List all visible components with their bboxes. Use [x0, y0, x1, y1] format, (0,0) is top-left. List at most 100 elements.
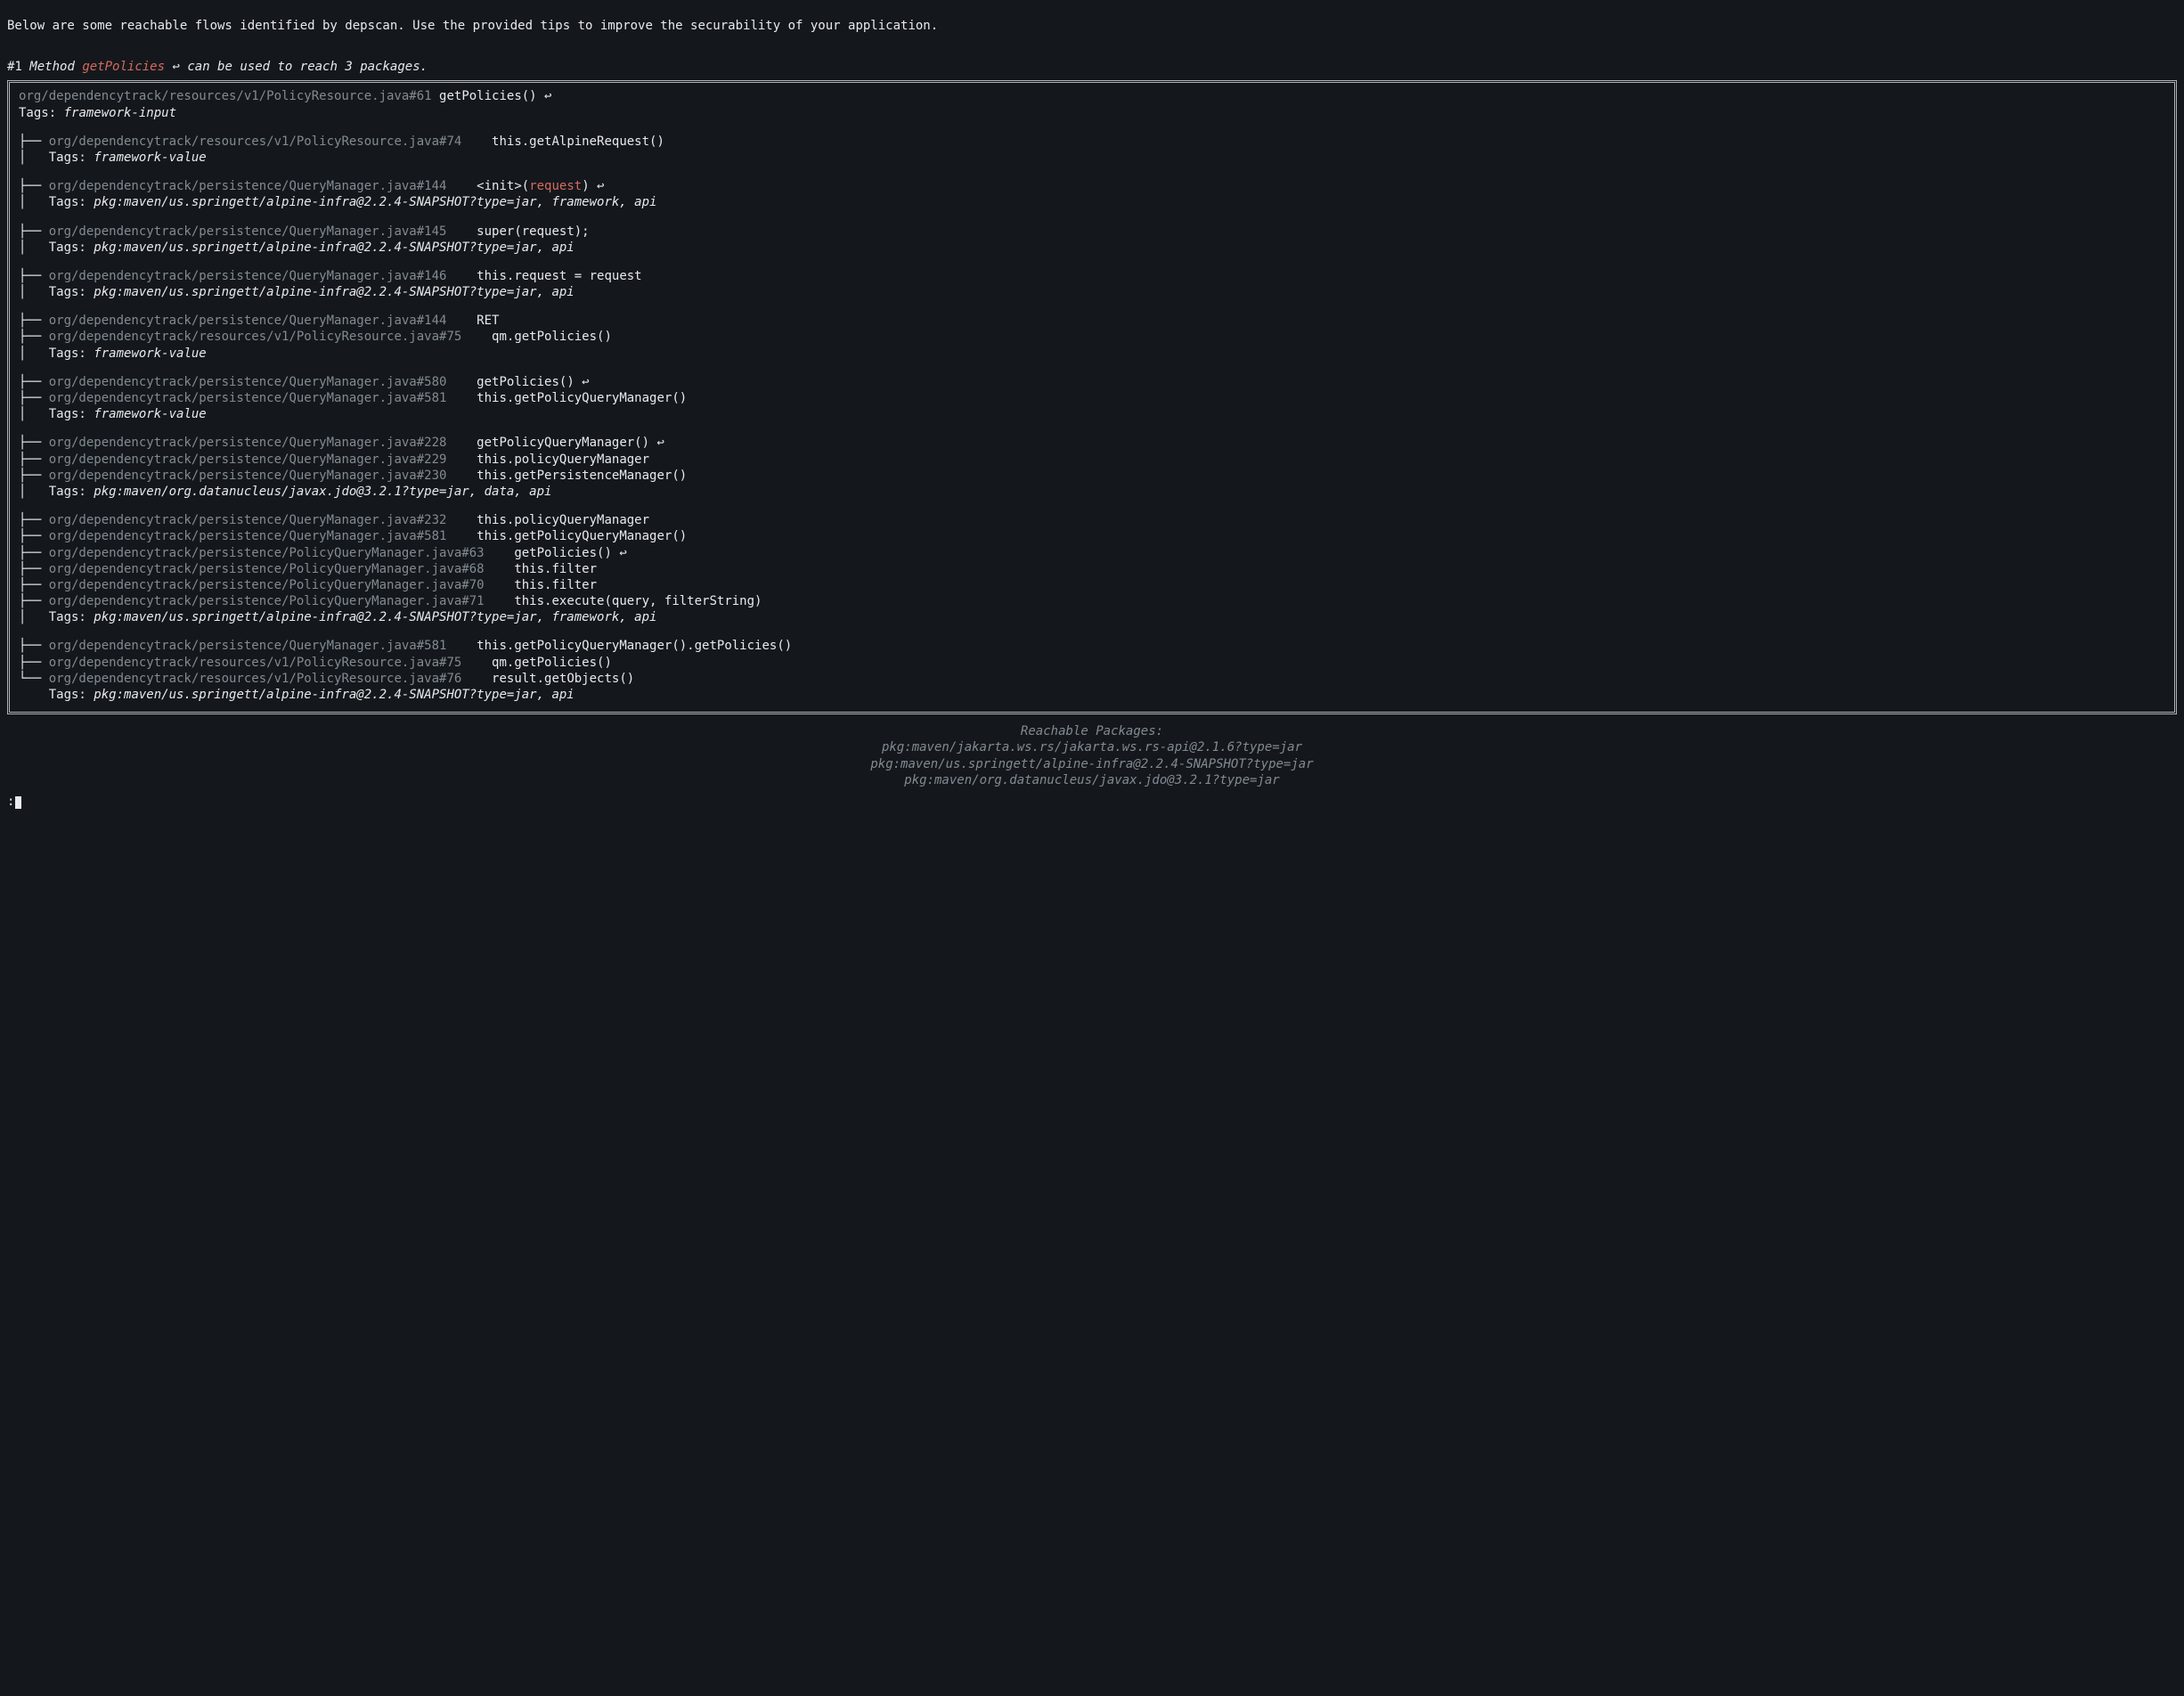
tree-call-highlight: request [529, 179, 582, 193]
tree-call: this.policyQueryManager [477, 513, 649, 527]
tree-tags: │ Tags: pkg:maven/org.datanucleus/javax.… [19, 484, 2165, 500]
tree-path: org/dependencytrack/persistence/QueryMan… [49, 314, 447, 328]
tree-line: ├── org/dependencytrack/persistence/Poli… [19, 545, 2165, 561]
reachable-title: Reachable Packages: [7, 723, 2177, 739]
tree-tags: │ Tags: framework-value [19, 346, 2165, 362]
tree-group: ├── org/dependencytrack/persistence/Quer… [19, 313, 2165, 362]
flow-method-name: getPolicies [82, 60, 165, 74]
tags-value: pkg:maven/us.springett/alpine-infra@2.2.… [94, 195, 656, 209]
reachable-package: pkg:maven/jakarta.ws.rs/jakarta.ws.rs-ap… [7, 739, 2177, 755]
tree-line: ├── org/dependencytrack/persistence/Quer… [19, 435, 2165, 451]
tree-call: this.getPersistenceManager() [477, 469, 687, 483]
reachable-package: pkg:maven/org.datanucleus/javax.jdo@3.2.… [7, 772, 2177, 788]
tree-tags: │ Tags: framework-value [19, 150, 2165, 166]
root-tags: Tags: framework-input [19, 105, 2165, 121]
tree-line: ├── org/dependencytrack/persistence/Quer… [19, 390, 2165, 406]
tree-group: ├── org/dependencytrack/persistence/Quer… [19, 178, 2165, 210]
tree-call: this.getAlpineRequest() [492, 135, 664, 149]
tree-call: getPolicies() ↩ [477, 375, 589, 389]
tree-line: ├── org/dependencytrack/persistence/Quer… [19, 468, 2165, 484]
tree-path: org/dependencytrack/persistence/QueryMan… [49, 529, 447, 543]
tree-call: this.policyQueryManager [477, 453, 649, 467]
tree-path: org/dependencytrack/persistence/QueryMan… [49, 179, 447, 193]
reachable-package: pkg:maven/us.springett/alpine-infra@2.2.… [7, 756, 2177, 772]
tree-path: org/dependencytrack/persistence/PolicyQu… [49, 578, 485, 592]
tree-prefix: ├── [19, 513, 49, 527]
tree-group: ├── org/dependencytrack/persistence/Quer… [19, 435, 2165, 500]
tree-prefix: ├── [19, 594, 49, 608]
tree-line: ├── org/dependencytrack/persistence/Quer… [19, 268, 2165, 284]
tree-call: RET [477, 314, 499, 328]
tags-value: framework-input [64, 106, 176, 120]
intro-text: Below are some reachable flows identifie… [7, 18, 2177, 34]
tree-tags: │ Tags: pkg:maven/us.springett/alpine-in… [19, 240, 2165, 256]
tree-line: ├── org/dependencytrack/resources/v1/Pol… [19, 655, 2165, 671]
tags-value: pkg:maven/org.datanucleus/javax.jdo@3.2.… [94, 485, 551, 499]
tree-line: ├── org/dependencytrack/persistence/Poli… [19, 593, 2165, 609]
tree-path: org/dependencytrack/persistence/QueryMan… [49, 453, 447, 467]
tree-line: ├── org/dependencytrack/persistence/Quer… [19, 528, 2165, 544]
tree-call: getPolicies() ↩ [514, 546, 626, 560]
tree-call: this.getPolicyQueryManager().getPolicies… [477, 639, 792, 653]
tree-path: org/dependencytrack/persistence/PolicyQu… [49, 546, 485, 560]
tree-path: org/dependencytrack/persistence/PolicyQu… [49, 594, 485, 608]
tree-prefix: ├── [19, 391, 49, 405]
tree-line: ├── org/dependencytrack/persistence/Quer… [19, 374, 2165, 390]
tree-call: this.getPolicyQueryManager() [477, 529, 687, 543]
tags-value: pkg:maven/us.springett/alpine-infra@2.2.… [94, 688, 574, 702]
tree-prefix: ├── [19, 639, 49, 653]
tree-prefix: ├── [19, 179, 49, 193]
flow-root-line: org/dependencytrack/resources/v1/PolicyR… [19, 88, 2165, 104]
tree-tags: │ Tags: pkg:maven/us.springett/alpine-in… [19, 609, 2165, 625]
tree-line: ├── org/dependencytrack/persistence/Quer… [19, 313, 2165, 329]
tree-call: result.getObjects() [492, 672, 634, 686]
tree-group: ├── org/dependencytrack/persistence/Quer… [19, 224, 2165, 256]
tree-path: org/dependencytrack/resources/v1/PolicyR… [49, 672, 462, 686]
tree-line: ├── org/dependencytrack/persistence/Poli… [19, 577, 2165, 593]
tree-tags: │ Tags: framework-value [19, 406, 2165, 422]
tree-path: org/dependencytrack/persistence/QueryMan… [49, 391, 447, 405]
tags-value: framework-value [94, 407, 206, 421]
flow-box: org/dependencytrack/resources/v1/PolicyR… [7, 80, 2177, 714]
tags-value: pkg:maven/us.springett/alpine-infra@2.2.… [94, 241, 574, 255]
tree-line: ├── org/dependencytrack/resources/v1/Pol… [19, 329, 2165, 345]
prompt-cursor[interactable]: : [7, 794, 2177, 810]
tree-prefix: ├── [19, 436, 49, 450]
tree-path: org/dependencytrack/persistence/QueryMan… [49, 513, 447, 527]
root-call: getPolicies() ↩ [439, 89, 551, 103]
tree-prefix: ├── [19, 330, 49, 344]
tree-path: org/dependencytrack/resources/v1/PolicyR… [49, 135, 462, 149]
tree-call: this.execute(query, filterString) [514, 594, 762, 608]
tree-call: <init>( [477, 179, 529, 193]
tree-call: this.getPolicyQueryManager() [477, 391, 687, 405]
tree-call: qm.getPolicies() [492, 330, 612, 344]
flow-index: #1 [7, 60, 22, 74]
tree-line: ├── org/dependencytrack/resources/v1/Pol… [19, 134, 2165, 150]
tree-path: org/dependencytrack/persistence/QueryMan… [49, 469, 447, 483]
tree-line: ├── org/dependencytrack/persistence/Poli… [19, 561, 2165, 577]
flow-method-label: Method [29, 60, 75, 74]
tree-prefix: ├── [19, 469, 49, 483]
tree-path: org/dependencytrack/resources/v1/PolicyR… [49, 656, 462, 670]
tree-group: ├── org/dependencytrack/persistence/Quer… [19, 268, 2165, 300]
tree-prefix: ├── [19, 135, 49, 149]
tags-value: framework-value [94, 151, 206, 165]
tree-prefix: ├── [19, 656, 49, 670]
tree-line: ├── org/dependencytrack/persistence/Quer… [19, 224, 2165, 240]
tree-prefix: ├── [19, 562, 49, 576]
tree-group: ├── org/dependencytrack/persistence/Quer… [19, 512, 2165, 625]
tree-prefix: ├── [19, 224, 49, 239]
tree-prefix: ├── [19, 546, 49, 560]
tree-group: ├── org/dependencytrack/persistence/Quer… [19, 374, 2165, 423]
tree-line: ├── org/dependencytrack/persistence/Quer… [19, 452, 2165, 468]
tree-prefix: ├── [19, 375, 49, 389]
tree-path: org/dependencytrack/persistence/QueryMan… [49, 436, 447, 450]
tags-value: framework-value [94, 347, 206, 361]
tree-line: ├── org/dependencytrack/persistence/Quer… [19, 512, 2165, 528]
tree-prefix: ├── [19, 578, 49, 592]
tree-path: org/dependencytrack/persistence/QueryMan… [49, 639, 447, 653]
tags-value: pkg:maven/us.springett/alpine-infra@2.2.… [94, 285, 574, 299]
flow-arrow: ↩ [172, 60, 179, 74]
root-path: org/dependencytrack/resources/v1/PolicyR… [19, 89, 432, 103]
tree-line: ├── org/dependencytrack/persistence/Quer… [19, 178, 2165, 194]
